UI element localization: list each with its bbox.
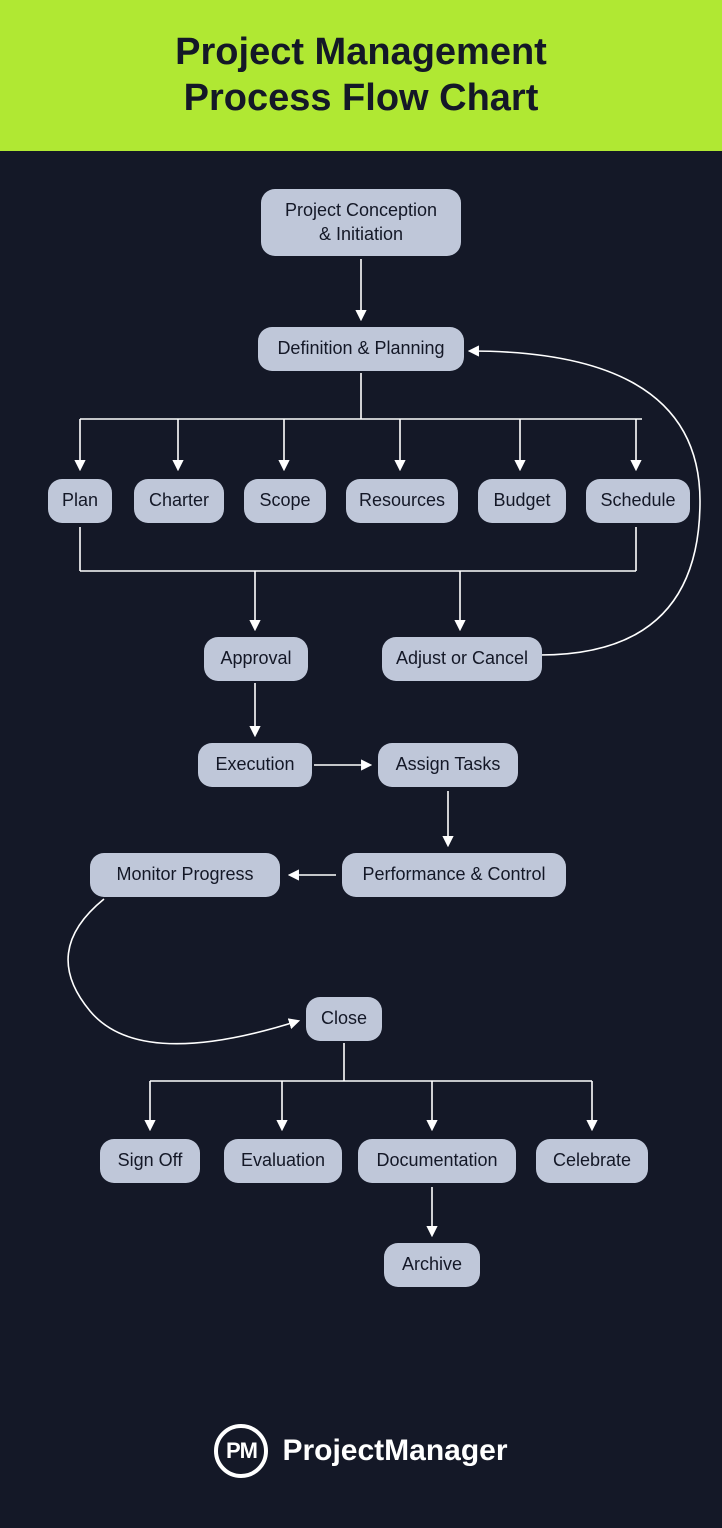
node-resources: Resources [346,479,458,522]
node-assign: Assign Tasks [378,743,518,786]
flowchart-area: Project Conception & Initiation Definiti… [0,151,722,1401]
node-performance: Performance & Control [342,853,566,896]
node-schedule: Schedule [586,479,690,522]
node-close: Close [306,997,382,1040]
brand-name: ProjectManager [282,1434,507,1468]
node-charter: Charter [134,479,224,522]
node-archive: Archive [384,1243,480,1286]
node-definition: Definition & Planning [258,327,464,370]
node-execution: Execution [198,743,312,786]
node-plan: Plan [48,479,112,522]
node-approval: Approval [204,637,308,680]
node-adjust: Adjust or Cancel [382,637,542,680]
node-evaluation: Evaluation [224,1139,342,1182]
title-line-2: Process Flow Chart [184,77,539,119]
node-celebrate: Celebrate [536,1139,648,1182]
header-banner: Project Management Process Flow Chart [0,0,722,151]
page-title: Project Management Process Flow Chart [20,30,702,121]
node-scope: Scope [244,479,326,522]
node-signoff: Sign Off [100,1139,200,1182]
node-conception: Project Conception & Initiation [261,189,461,256]
node-budget: Budget [478,479,566,522]
node-documentation: Documentation [358,1139,516,1182]
brand-logo-icon: PM [214,1424,268,1478]
footer: PM ProjectManager [0,1384,722,1528]
node-monitor: Monitor Progress [90,853,280,896]
title-line-1: Project Management [175,31,547,73]
